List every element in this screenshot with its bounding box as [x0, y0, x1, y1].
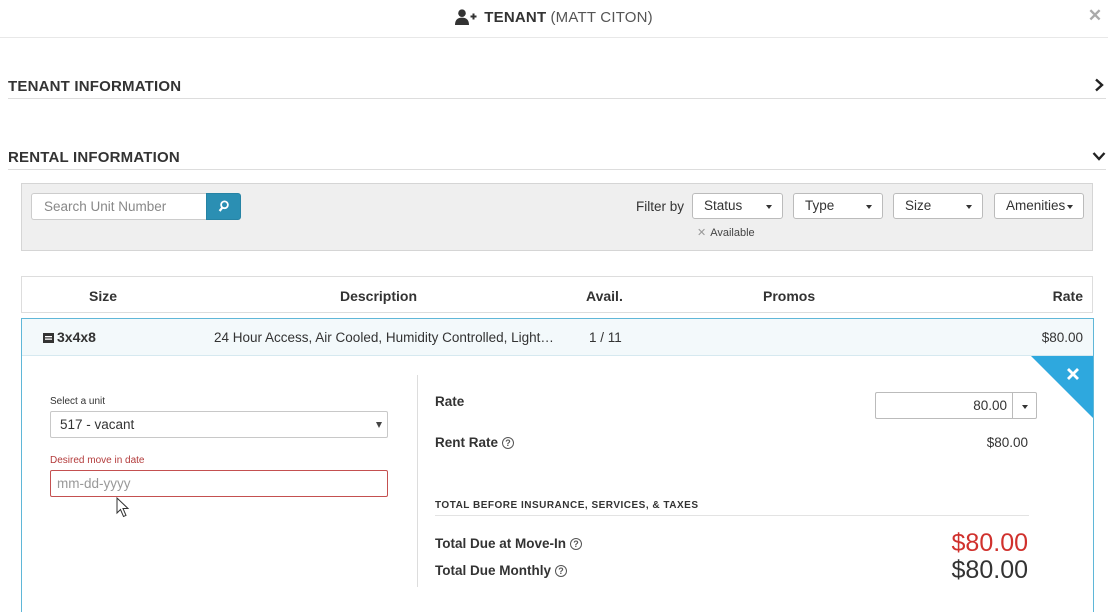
active-filter-chip: ✕ Available [697, 226, 755, 239]
close-corner[interactable] [1031, 356, 1094, 419]
move-in-date-input[interactable] [50, 470, 388, 497]
section-tenant-information[interactable]: TENANT INFORMATION [8, 71, 1106, 99]
rate-label: Rate [435, 394, 465, 409]
unit-rate: $80.00 [1041, 330, 1083, 345]
column-header-rate[interactable]: Rate [1053, 288, 1083, 304]
dropdown-label: Type [805, 198, 835, 213]
section-title: RENTAL INFORMATION [8, 149, 180, 166]
unit-availability: 1 / 11 [589, 330, 622, 345]
dropdown-label: Size [905, 198, 932, 213]
column-header-promos[interactable]: Promos [763, 288, 815, 304]
modal-header: TENANT (MATT CITON) ✕ [0, 0, 1108, 38]
modal-title-text: TENANT [484, 9, 547, 26]
close-icon[interactable] [1065, 366, 1081, 382]
column-header-size[interactable]: Size [89, 288, 117, 304]
section-title: TENANT INFORMATION [8, 78, 182, 95]
rate-dropdown-button[interactable] [1012, 392, 1037, 419]
storage-unit-icon [43, 333, 54, 343]
total-monthly-label: Total Due Monthly? [435, 563, 567, 578]
unit-size-text: 3x4x8 [57, 329, 96, 345]
close-icon[interactable]: ✕ [1087, 7, 1103, 24]
chip-label: Available [710, 227, 755, 239]
remove-filter-icon[interactable]: ✕ [697, 227, 706, 239]
section-rental-information[interactable]: RENTAL INFORMATION [8, 142, 1106, 170]
caret-down-icon [1022, 405, 1028, 409]
rent-rate-value: $80.00 [986, 435, 1028, 450]
type-dropdown[interactable]: Type [793, 193, 883, 219]
units-table-header: Size Description Avail. Promos Rate [21, 276, 1093, 313]
help-icon[interactable]: ? [555, 565, 567, 577]
search-icon [218, 200, 229, 212]
status-dropdown[interactable]: Status [692, 193, 783, 219]
table-row[interactable]: 3x4x8 24 Hour Access, Air Cooled, Humidi… [22, 319, 1093, 356]
help-icon[interactable]: ? [570, 538, 583, 550]
totals-divider [435, 515, 1029, 516]
total-monthly-value: $80.00 [951, 556, 1028, 584]
search-unit-input[interactable] [31, 193, 207, 220]
unit-card: 3x4x8 24 Hour Access, Air Cooled, Humidi… [21, 318, 1094, 612]
unit-select-value: 517 - vacant [60, 417, 135, 432]
total-move-in-value: $80.00 [951, 529, 1028, 557]
amenities-dropdown[interactable]: Amenities [994, 193, 1084, 219]
column-header-avail[interactable]: Avail. [586, 288, 623, 304]
unit-select[interactable]: 517 - vacant [50, 411, 388, 438]
help-icon[interactable]: ? [502, 437, 515, 449]
caret-down-icon [1067, 205, 1073, 209]
caret-down-icon [866, 205, 872, 209]
modal-subtitle: (MATT CITON) [550, 9, 653, 26]
column-header-description[interactable]: Description [340, 288, 417, 304]
move-in-date-label: Desired move in date [50, 455, 145, 466]
search-button[interactable] [206, 193, 241, 220]
unit-size: 3x4x8 [43, 329, 96, 345]
rent-rate-label: Rent Rate? [435, 435, 515, 450]
column-divider [417, 375, 418, 587]
filter-by-label: Filter by [636, 199, 685, 214]
total-move-in-label: Total Due at Move-In? [435, 536, 583, 551]
dropdown-label: Status [704, 198, 743, 213]
unit-description: 24 Hour Access, Air Cooled, Humidity Con… [214, 330, 554, 345]
select-unit-label: Select a unit [50, 396, 106, 407]
size-dropdown[interactable]: Size [893, 193, 983, 219]
total-move-in-text: Total Due at Move-In [435, 536, 567, 551]
chevron-down-icon[interactable] [1092, 149, 1106, 163]
totals-heading: TOTAL BEFORE INSURANCE, SERVICES, & TAXE… [435, 500, 699, 511]
mouse-cursor-icon [116, 497, 130, 518]
user-plus-icon [455, 9, 477, 25]
caret-down-icon [766, 205, 772, 209]
dropdown-label: Amenities [1006, 198, 1066, 213]
chevron-right-icon[interactable] [1092, 78, 1106, 92]
rent-rate-text: Rent Rate [435, 435, 499, 450]
filter-bar: Filter by Status Type Size Amenities ✕ Av… [21, 183, 1093, 251]
total-monthly-text: Total Due Monthly [435, 563, 551, 578]
caret-down-icon [966, 205, 972, 209]
caret-down-icon [376, 422, 382, 428]
modal-title: TENANT (MATT CITON) [0, 9, 1108, 26]
rate-input[interactable] [875, 392, 1013, 419]
